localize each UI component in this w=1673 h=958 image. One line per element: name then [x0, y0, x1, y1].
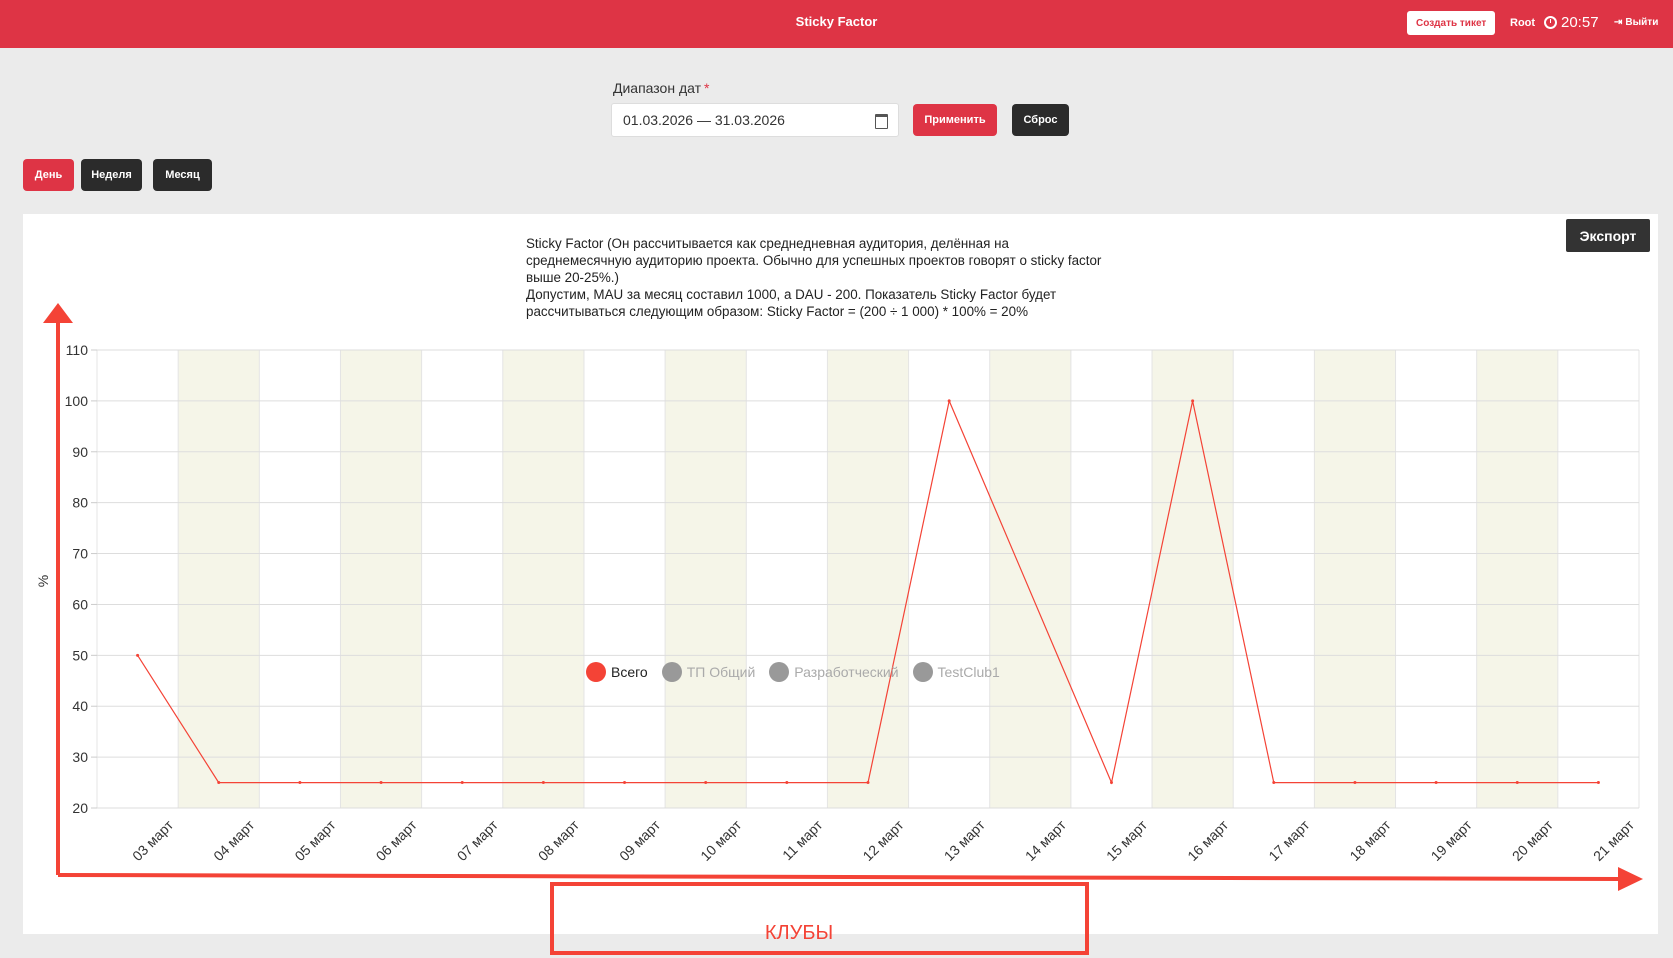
- y-axis-label: %: [35, 575, 51, 587]
- annotation-arrow-x: [57, 873, 1621, 881]
- chart-band: [1476, 350, 1558, 808]
- sticky-factor-chart: 110 100 90 80 70 60 50 40 30 20% 03 март 04 март 05 …: [35, 303, 1643, 955]
- y-tick-label: 20: [72, 800, 88, 816]
- x-tick-label: 06 март: [373, 816, 421, 864]
- x-tick-label: 08 март: [535, 816, 583, 864]
- legend-label: TestClub1: [937, 664, 1000, 680]
- data-point: [1596, 781, 1600, 785]
- y-tick-label: 100: [65, 393, 89, 409]
- x-tick-label: 14 март: [1022, 816, 1070, 864]
- y-tick-label: 50: [72, 647, 88, 663]
- legend-item-testclub1[interactable]: TestClub1: [912, 662, 1000, 682]
- chart-band: [178, 350, 260, 808]
- data-point: [136, 653, 140, 657]
- y-tick-label: 30: [72, 749, 88, 765]
- legend-marker: [769, 662, 790, 682]
- x-tick-label: 05 март: [291, 816, 339, 864]
- x-tick-label: 16 март: [1184, 816, 1232, 864]
- data-point: [298, 781, 302, 785]
- legend-marker: [912, 662, 933, 682]
- x-tick-label: 07 март: [454, 816, 502, 864]
- legend-item-tp-general[interactable]: ТП Общий: [661, 662, 756, 682]
- x-tick-label: 03 март: [129, 816, 177, 864]
- chart-band: [1152, 350, 1234, 808]
- chart-legend: Всего ТП Общий Разработческий TestClub1: [586, 662, 1014, 682]
- data-point: [623, 781, 627, 785]
- data-point: [704, 781, 708, 785]
- y-tick-label: 60: [72, 596, 88, 612]
- data-point: [1191, 399, 1195, 403]
- data-point: [1109, 781, 1113, 785]
- y-tick-label: 80: [72, 495, 88, 511]
- x-tick-label: 20 март: [1509, 816, 1557, 864]
- chart-band: [1314, 350, 1396, 808]
- data-point: [379, 781, 383, 785]
- data-point: [1272, 781, 1276, 785]
- data-point: [785, 781, 789, 785]
- legend-marker: [661, 662, 682, 682]
- legend-label: Всего: [611, 664, 648, 680]
- chart-band: [502, 350, 584, 808]
- annotation-arrowhead-x: [1618, 867, 1643, 891]
- x-tick-label: 11 март: [779, 816, 826, 863]
- data-point: [1353, 781, 1357, 785]
- x-tick-label: 10 март: [697, 816, 745, 864]
- data-point: [866, 781, 870, 785]
- data-point: [1434, 781, 1438, 785]
- legend-item-developer[interactable]: Разработческий: [769, 662, 899, 682]
- chart-band: [665, 350, 747, 808]
- x-tick-label: 21 март: [1590, 816, 1638, 864]
- chart-band: [827, 350, 909, 808]
- x-tick-label: 13 март: [941, 816, 989, 864]
- chart-band: [340, 350, 422, 808]
- data-point: [460, 781, 464, 785]
- data-point: [947, 399, 951, 403]
- x-tick-label: 19 март: [1428, 816, 1476, 864]
- y-tick-label: 40: [72, 698, 88, 714]
- x-tick-label: 17 март: [1265, 816, 1313, 864]
- annotation-arrowhead-y: [43, 303, 73, 323]
- annotation-clubs-label: КЛУБЫ: [765, 922, 833, 944]
- data-point: [541, 781, 545, 785]
- y-tick-label: 90: [72, 444, 88, 460]
- data-point: [1515, 781, 1519, 785]
- legend-marker: [586, 662, 606, 682]
- x-tick-label: 12 март: [859, 816, 907, 864]
- chart-band: [989, 350, 1071, 808]
- x-tick-label: 04 март: [210, 816, 258, 864]
- legend-item-total[interactable]: Всего: [586, 662, 648, 682]
- y-tick-label: 70: [72, 546, 88, 562]
- data-point: [217, 781, 221, 785]
- legend-label: ТП Общий: [686, 664, 756, 680]
- y-tick-label: 110: [66, 342, 89, 358]
- x-tick-label: 18 март: [1346, 816, 1394, 864]
- x-tick-label: 09 март: [616, 816, 664, 864]
- legend-label: Разработческий: [794, 664, 899, 680]
- x-tick-label: 15 март: [1103, 816, 1151, 864]
